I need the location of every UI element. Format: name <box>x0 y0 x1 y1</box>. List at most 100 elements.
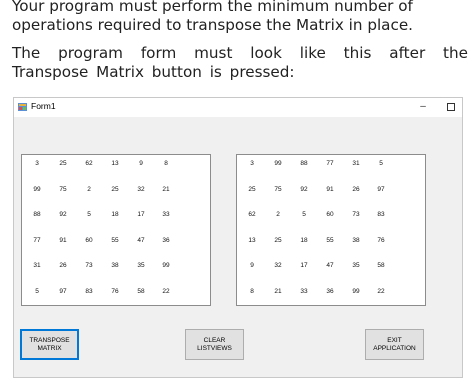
matrix-cell: 97 <box>59 288 67 295</box>
matrix-cell: 22 <box>377 288 385 295</box>
matrix-cell: 18 <box>111 211 119 218</box>
matrix-cell: 18 <box>300 237 308 244</box>
matrix-cell: 35 <box>352 262 360 269</box>
matrix-cell: 88 <box>300 160 308 167</box>
matrix-cell: 5 <box>87 211 91 218</box>
matrix-cell: 31 <box>33 262 41 269</box>
minimize-button[interactable]: – <box>414 98 432 117</box>
matrix-row[interactable]: 25 75 92 91 26 97 <box>237 185 425 199</box>
matrix-cell: 38 <box>352 237 360 244</box>
matrix-cell: 62 <box>85 160 93 167</box>
matrix-cell: 76 <box>377 237 385 244</box>
matrix-row[interactable]: 8 21 33 36 99 22 <box>237 287 425 301</box>
matrix-cell: 5 <box>379 160 383 167</box>
matrix-cell: 33 <box>300 288 308 295</box>
matrix-cell: 92 <box>59 211 67 218</box>
clear-button-label: CLEAR LISTVIEWS <box>197 336 232 352</box>
intro-paragraph-1: Your program must perform the minimum nu… <box>12 0 414 34</box>
matrix-cell: 58 <box>137 288 145 295</box>
matrix-cell: 83 <box>377 211 385 218</box>
matrix-cell: 97 <box>377 186 385 193</box>
matrix-cell: 62 <box>248 211 256 218</box>
matrix-cell: 92 <box>300 186 308 193</box>
matrix-row[interactable]: 3 25 62 13 9 8 <box>22 159 210 173</box>
matrix-cell: 13 <box>111 160 119 167</box>
matrix-cell: 77 <box>33 237 41 244</box>
matrix-cell: 91 <box>59 237 67 244</box>
maximize-button[interactable] <box>447 103 455 111</box>
matrix-cell: 8 <box>164 160 168 167</box>
matrix-cell: 9 <box>139 160 143 167</box>
matrix-cell: 3 <box>35 160 39 167</box>
matrix-cell: 75 <box>274 186 282 193</box>
clear-listviews-button[interactable]: CLEAR LISTVIEWS <box>185 329 244 360</box>
form-app-icon <box>18 103 27 111</box>
matrix-cell: 13 <box>248 237 256 244</box>
form1-window: Form1 – 3 25 62 13 9 8 99 75 2 25 32 21 88 92 5 18 17 33 7… <box>13 97 463 378</box>
matrix-cell: 77 <box>326 160 334 167</box>
transpose-button-label: TRANSPOSE MATRIX <box>29 336 70 352</box>
matrix-row[interactable]: 62 2 5 60 73 83 <box>237 210 425 224</box>
matrix-cell: 38 <box>111 262 119 269</box>
matrix-row[interactable]: 31 26 73 38 35 99 <box>22 261 210 275</box>
matrix-cell: 26 <box>59 262 67 269</box>
matrix-cell: 88 <box>33 211 41 218</box>
matrix-cell: 25 <box>111 186 119 193</box>
matrix-cell: 9 <box>250 262 254 269</box>
matrix-row[interactable]: 13 25 18 55 38 76 <box>237 236 425 250</box>
matrix-cell: 55 <box>111 237 119 244</box>
matrix-cell: 26 <box>352 186 360 193</box>
matrix-cell: 17 <box>300 262 308 269</box>
matrix-cell: 22 <box>162 288 170 295</box>
matrix-cell: 35 <box>137 262 145 269</box>
matrix-cell: 17 <box>137 211 145 218</box>
matrix-cell: 8 <box>250 288 254 295</box>
matrix-row[interactable]: 88 92 5 18 17 33 <box>22 210 210 224</box>
matrix-cell: 83 <box>85 288 93 295</box>
transpose-matrix-button[interactable]: TRANSPOSE MATRIX <box>20 329 79 360</box>
matrix-cell: 3 <box>250 160 254 167</box>
matrix-cell: 5 <box>35 288 39 295</box>
matrix-cell: 55 <box>326 237 334 244</box>
matrix-cell: 32 <box>274 262 282 269</box>
matrix-cell: 99 <box>33 186 41 193</box>
matrix-cell: 33 <box>162 211 170 218</box>
matrix-cell: 25 <box>248 186 256 193</box>
matrix-cell: 99 <box>274 160 282 167</box>
matrix-cell: 91 <box>326 186 334 193</box>
matrix-cell: 36 <box>326 288 334 295</box>
matrix-row[interactable]: 77 91 60 55 47 36 <box>22 236 210 250</box>
matrix-cell: 36 <box>162 237 170 244</box>
matrix-cell: 25 <box>274 237 282 244</box>
matrix-cell: 99 <box>352 288 360 295</box>
matrix-cell: 21 <box>274 288 282 295</box>
matrix-cell: 73 <box>352 211 360 218</box>
matrix-cell: 58 <box>377 262 385 269</box>
intro-paragraph-2: The program form must look like this aft… <box>12 44 468 81</box>
matrix-cell: 31 <box>352 160 360 167</box>
transposed-matrix-listview[interactable]: 3 99 88 77 31 5 25 75 92 91 26 97 62 2 5 60 73 83 13 25 18 55… <box>236 154 426 306</box>
matrix-row[interactable]: 9 32 17 47 35 58 <box>237 261 425 275</box>
matrix-cell: 32 <box>137 186 145 193</box>
matrix-cell: 99 <box>162 262 170 269</box>
matrix-cell: 47 <box>326 262 334 269</box>
matrix-cell: 47 <box>137 237 145 244</box>
matrix-cell: 2 <box>87 186 91 193</box>
original-matrix-listview[interactable]: 3 25 62 13 9 8 99 75 2 25 32 21 88 92 5 18 17 33 77 91 60 55 4… <box>21 154 211 306</box>
matrix-cell: 60 <box>85 237 93 244</box>
exit-application-button[interactable]: EXIT APPLICATION <box>365 329 424 360</box>
matrix-row[interactable]: 3 99 88 77 31 5 <box>237 159 425 173</box>
matrix-cell: 76 <box>111 288 119 295</box>
exit-button-label: EXIT APPLICATION <box>373 336 416 352</box>
matrix-cell: 60 <box>326 211 334 218</box>
matrix-cell: 2 <box>276 211 280 218</box>
matrix-cell: 21 <box>162 186 170 193</box>
matrix-cell: 73 <box>85 262 93 269</box>
matrix-cell: 75 <box>59 186 67 193</box>
matrix-row[interactable]: 99 75 2 25 32 21 <box>22 185 210 199</box>
title-bar: Form1 – <box>14 98 462 117</box>
matrix-cell: 5 <box>302 211 306 218</box>
window-title: Form1 <box>31 101 56 111</box>
matrix-cell: 25 <box>59 160 67 167</box>
matrix-row[interactable]: 5 97 83 76 58 22 <box>22 287 210 301</box>
